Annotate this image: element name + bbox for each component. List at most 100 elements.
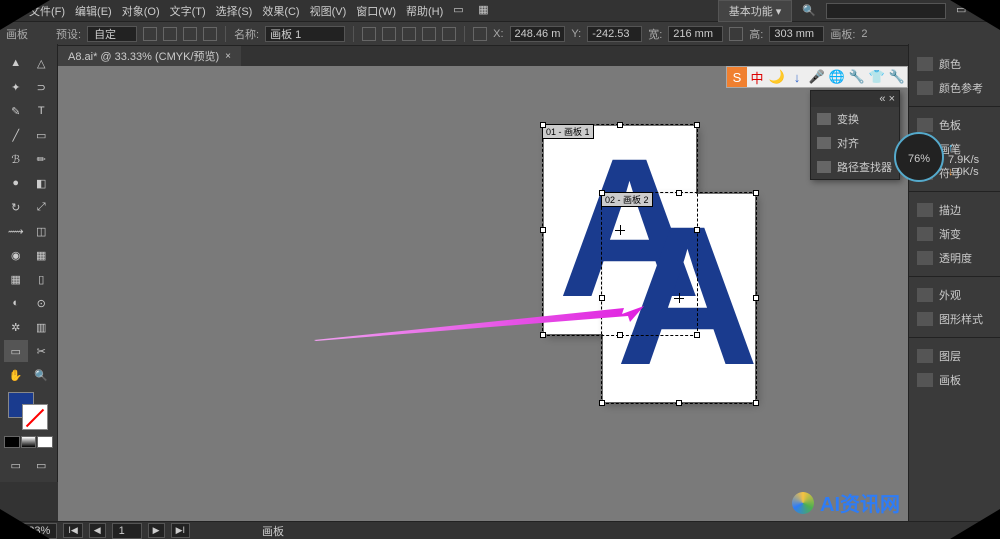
none-mode-icon[interactable] (37, 436, 53, 448)
prev-artboard-button[interactable]: ◀ (89, 523, 106, 538)
free-transform-tool[interactable]: ◫ (30, 220, 54, 242)
rectangle-tool[interactable]: ▭ (30, 124, 54, 146)
dock-layers[interactable]: 图层 (909, 344, 1000, 368)
bridge-icon[interactable]: ▭ (453, 3, 468, 18)
artboard-nav-input[interactable]: 1 (112, 523, 142, 539)
last-artboard-button[interactable]: ▶I (171, 523, 190, 538)
perspective-tool[interactable]: ▦ (30, 244, 54, 266)
network-widget[interactable]: 76% ↑ 7.9K/s ↓ 0K/s (894, 132, 944, 182)
dock-transparency[interactable]: 透明度 (909, 246, 1000, 270)
canvas-area[interactable]: A A 01 - 画板 1 02 - 画板 2 (58, 66, 908, 521)
next-artboard-button[interactable]: ▶ (148, 523, 165, 538)
opt4-icon[interactable] (422, 27, 436, 41)
pencil-tool[interactable]: ✏ (30, 148, 54, 170)
ime-punct-icon[interactable]: ↓ (787, 67, 807, 87)
x-input[interactable]: 248.46 m (510, 26, 566, 42)
panel-align[interactable]: 对齐 (811, 131, 899, 155)
panel-collapse-icon[interactable]: « × (879, 93, 895, 105)
handle-nw[interactable] (540, 122, 546, 128)
direct-selection-tool[interactable]: △ (30, 52, 54, 74)
w-input[interactable]: 216 mm (668, 26, 723, 42)
ime-toolbar[interactable]: S 中 🌙 ↓ 🎤 🌐 🔧 👕 🔧 (726, 66, 908, 88)
ime-lang-icon[interactable]: 中 (747, 67, 767, 87)
change-screen-icon[interactable]: ▭ (30, 454, 54, 476)
handle-s[interactable] (676, 400, 682, 406)
blend-tool[interactable]: ⊙ (30, 292, 54, 314)
dock-appearance[interactable]: 外观 (909, 283, 1000, 307)
handle-n[interactable] (617, 122, 623, 128)
dock-colorguide[interactable]: 颜色参考 (909, 76, 1000, 100)
ime-keyboard-icon[interactable]: 🌐 (827, 67, 847, 87)
search-input[interactable] (826, 3, 946, 19)
dock-color[interactable]: 颜色 (909, 52, 1000, 76)
transform-panel[interactable]: « × 变换 对齐 路径查找器 (810, 90, 900, 180)
magic-wand-tool[interactable]: ✦ (4, 76, 28, 98)
menu-effect[interactable]: 效果(C) (262, 3, 299, 19)
opt3-icon[interactable] (402, 27, 416, 41)
ime-tool-icon[interactable]: 🔧 (847, 67, 867, 87)
ime-skin-icon[interactable]: 👕 (867, 67, 887, 87)
preset-select[interactable]: 自定 (87, 26, 137, 42)
lasso-tool[interactable]: ⊃ (30, 76, 54, 98)
first-artboard-button[interactable]: I◀ (63, 523, 82, 538)
ime-mic-icon[interactable]: 🎤 (807, 67, 827, 87)
menu-object[interactable]: 对象(O) (122, 3, 160, 19)
opt2-icon[interactable] (382, 27, 396, 41)
artboard-tool[interactable]: ▭ (4, 340, 28, 362)
menu-type[interactable]: 文字(T) (170, 3, 206, 19)
paintbrush-tool[interactable]: ℬ (4, 148, 28, 170)
menu-window[interactable]: 窗口(W) (356, 3, 396, 19)
selection-box-2[interactable]: 02 - 画板 2 (601, 192, 757, 404)
handle-w[interactable] (599, 295, 605, 301)
opt5-icon[interactable] (442, 27, 456, 41)
new-artboard-icon[interactable] (183, 27, 197, 41)
stroke-color[interactable] (22, 404, 48, 430)
ime-wrench-icon[interactable]: 🔧 (887, 67, 907, 87)
dock-artboards[interactable]: 画板 (909, 368, 1000, 392)
gradient-tool[interactable]: ▯ (30, 268, 54, 290)
menu-view[interactable]: 视图(V) (310, 3, 347, 19)
mesh-tool[interactable]: ▦ (4, 268, 28, 290)
handle-se[interactable] (753, 400, 759, 406)
selection-tool[interactable]: ▲ (4, 52, 28, 74)
panel-transform[interactable]: 变换 (811, 107, 899, 131)
delete-artboard-icon[interactable] (203, 27, 217, 41)
line-tool[interactable]: ╱ (4, 124, 28, 146)
handle-nw[interactable] (599, 190, 605, 196)
h-input[interactable]: 303 mm (769, 26, 824, 42)
shape-builder-tool[interactable]: ◉ (4, 244, 28, 266)
dock-stroke[interactable]: 描边 (909, 198, 1000, 222)
ref-point-icon[interactable] (473, 27, 487, 41)
artboard-name-input[interactable]: 画板 1 (265, 26, 345, 42)
handle-sw[interactable] (599, 400, 605, 406)
menu-help[interactable]: 帮助(H) (406, 3, 443, 19)
slice-tool[interactable]: ✂ (30, 340, 54, 362)
document-tab[interactable]: A8.ai* @ 33.33% (CMYK/预览) × (58, 46, 241, 66)
opt1-icon[interactable] (362, 27, 376, 41)
portrait-icon[interactable] (143, 27, 157, 41)
blob-brush-tool[interactable]: ● (4, 172, 28, 194)
link-wh-icon[interactable] (729, 27, 743, 41)
ime-moon-icon[interactable]: 🌙 (767, 67, 787, 87)
width-tool[interactable]: ⟿ (4, 220, 28, 242)
symbol-sprayer-tool[interactable]: ✲ (4, 316, 28, 338)
close-tab-icon[interactable]: × (225, 51, 231, 62)
gradient-mode-icon[interactable] (21, 436, 37, 448)
type-tool[interactable]: T (30, 100, 54, 122)
fill-stroke-swatch[interactable] (4, 392, 53, 432)
graph-tool[interactable]: ▥ (30, 316, 54, 338)
scale-tool[interactable]: ⤢ (30, 196, 54, 218)
dock-graphicstyles[interactable]: 图形样式 (909, 307, 1000, 331)
menu-edit[interactable]: 编辑(E) (75, 3, 112, 19)
handle-w[interactable] (540, 227, 546, 233)
arrange-icon[interactable]: ▦ (478, 3, 493, 18)
panel-pathfinder[interactable]: 路径查找器 (811, 155, 899, 179)
screen-mode-icon[interactable]: ▭ (4, 454, 28, 476)
handle-ne[interactable] (753, 190, 759, 196)
menu-select[interactable]: 选择(S) (216, 3, 253, 19)
color-mode-icon[interactable] (4, 436, 20, 448)
rotate-tool[interactable]: ↻ (4, 196, 28, 218)
workspace-switcher[interactable]: 基本功能 ▾ (718, 0, 793, 22)
y-input[interactable]: -242.53 (587, 26, 642, 42)
eyedropper-tool[interactable]: ◐ (4, 292, 28, 314)
